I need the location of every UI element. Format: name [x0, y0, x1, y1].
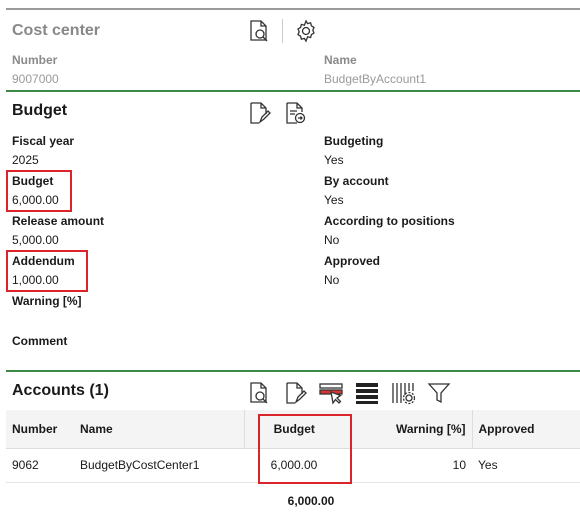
accounts-toolbar	[246, 380, 452, 406]
edit-document-icon[interactable]	[282, 380, 308, 406]
accounts-title: Accounts (1)	[12, 382, 109, 399]
addendum-highlight-box	[6, 250, 88, 292]
cost-center-number-field: Number 9007000	[12, 53, 59, 87]
field-value: Yes	[324, 193, 344, 207]
budget-title: Budget	[12, 102, 68, 119]
field-label: By account	[324, 174, 389, 188]
field-label: Comment	[12, 334, 68, 348]
column-header-name[interactable]: Name	[74, 410, 244, 449]
field-value: 2025	[12, 153, 39, 167]
budget-highlight-box	[6, 170, 72, 212]
field-label: Budgeting	[324, 134, 384, 148]
accounts-section: Accounts (1) Number Name Budget Warning …	[6, 370, 580, 520]
export-document-icon[interactable]	[282, 100, 308, 126]
cost-center-name-field: Name BudgetByAccount1	[324, 53, 426, 87]
column-header-approved[interactable]: Approved	[471, 410, 580, 449]
column-header-number[interactable]: Number	[6, 410, 74, 449]
field-label: Number	[12, 53, 58, 67]
cost-center-toolbar	[246, 18, 319, 44]
budget-section: Budget Fiscal year 2025 Budget 6,000.00 …	[6, 90, 580, 370]
filter-funnel-icon[interactable]	[426, 380, 452, 406]
field-label: Warning [%]	[12, 294, 82, 308]
warning-field: Warning [%]	[12, 294, 82, 309]
field-value: 5,000.00	[12, 233, 59, 247]
column-settings-icon[interactable]	[390, 380, 416, 406]
field-value: No	[324, 233, 340, 247]
field-label: Fiscal year	[12, 134, 75, 148]
field-label: Release amount	[12, 214, 105, 228]
field-label: According to positions	[324, 214, 455, 228]
edit-document-icon[interactable]	[246, 100, 272, 126]
field-value: Yes	[324, 153, 344, 167]
field-label: Name	[324, 53, 357, 67]
field-value: No	[324, 273, 340, 287]
toolbar-separator	[282, 19, 283, 43]
approved-field: Approved No	[324, 254, 380, 288]
settings-gear-icon[interactable]	[293, 18, 319, 44]
cell-warning: 10	[344, 448, 472, 483]
release-amount-field: Release amount 5,000.00	[12, 214, 104, 248]
cell-name: BudgetByCostCenter1	[74, 448, 244, 483]
cell-approved: Yes	[472, 448, 580, 483]
fiscal-year-field: Fiscal year 2025	[12, 134, 74, 168]
search-document-icon[interactable]	[246, 18, 272, 44]
budgeting-field: Budgeting Yes	[324, 134, 383, 168]
field-value: BudgetByAccount1	[324, 72, 427, 86]
field-label: Approved	[324, 254, 381, 268]
field-value: 9007000	[12, 72, 59, 86]
cost-center-title: Cost center	[12, 22, 101, 39]
budget-total: 6,000.00	[287, 494, 335, 508]
cost-center-section: Cost center Number 9007000 Name BudgetBy…	[6, 8, 580, 92]
comment-field: Comment	[12, 334, 67, 349]
select-cursor-icon[interactable]	[318, 380, 344, 406]
column-header-warning[interactable]: Warning [%]	[344, 410, 472, 449]
by-account-field: By account Yes	[324, 174, 389, 208]
according-to-positions-field: According to positions No	[324, 214, 455, 248]
search-document-icon[interactable]	[246, 380, 272, 406]
cell-number: 9062	[6, 448, 74, 483]
budget-column-highlight-box	[258, 414, 352, 484]
budget-toolbar	[246, 100, 308, 126]
list-rows-icon[interactable]	[354, 380, 380, 406]
